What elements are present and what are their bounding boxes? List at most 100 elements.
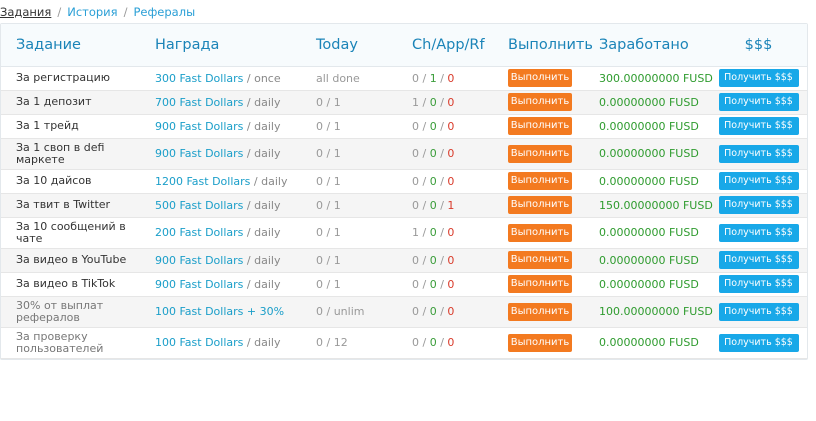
breadcrumb-item-tasks[interactable]: Задания [0,5,51,19]
count-app: 0 [429,277,437,291]
reward-period: / daily [243,119,281,133]
count-separator: / [436,95,448,109]
execute-button[interactable]: Выполнить [508,93,572,111]
today-progress: 0 / 1 [316,147,341,160]
counts-cell: 0 / 0 / 0 [412,296,508,327]
execute-button[interactable]: Выполнить [508,251,572,269]
counts-cell: 0 / 0 / 0 [412,138,508,169]
get-reward-button[interactable]: Получить $$$ [718,144,799,163]
reward-link[interactable]: 200 Fast Dollars [155,226,243,239]
reward-cell: 900 Fast Dollars / daily [155,248,316,272]
earned-amount: 0.00000000 FUSD [599,174,699,188]
counts-cell: 0 / 0 / 0 [412,114,508,138]
task-name: За 1 трейд [16,119,79,132]
count-rf: 0 [447,277,455,291]
counts-cell: 1 / 0 / 0 [412,90,508,114]
earned-amount: 150.00000000 FUSD [599,198,713,212]
count-separator: / [419,174,430,188]
breadcrumb: Задания / История / Рефералы [0,4,195,20]
get-reward-button[interactable]: Получить $$$ [718,93,799,111]
count-separator: / [419,198,430,212]
count-rf: 0 [447,71,455,85]
count-separator: / [436,336,448,349]
breadcrumb-item-referrals[interactable]: Рефералы [133,5,195,19]
get-cell: Получить $$$ [710,217,807,248]
count-ch: 0 [412,253,419,267]
reward-link[interactable]: 900 Fast Dollars [155,278,243,291]
execute-button[interactable]: Выполнить [508,144,572,163]
reward-cell: 100 Fast Dollars / daily [155,327,316,358]
count-ch: 0 [412,119,419,133]
reward-cell: 900 Fast Dollars / daily [155,272,316,296]
reward-cell: 900 Fast Dollars / daily [155,114,316,138]
execute-button[interactable]: Выполнить [508,117,572,135]
get-reward-button[interactable]: Получить $$$ [718,69,799,87]
count-separator: / [436,119,448,133]
count-app: 0 [429,305,437,318]
execute-button[interactable]: Выполнить [508,275,572,293]
execute-button[interactable]: Выполнить [508,69,572,87]
count-separator: / [419,336,430,349]
count-ch: 0 [412,174,419,188]
counts-cell: 0 / 0 / 0 [412,272,508,296]
count-ch: 0 [412,198,419,212]
get-reward-button[interactable]: Получить $$$ [718,172,799,190]
breadcrumb-separator: / [123,5,128,19]
count-rf: 0 [447,119,455,133]
get-cell: Получить $$$ [710,66,807,90]
reward-link[interactable]: 900 Fast Dollars [155,254,243,267]
reward-cell: 500 Fast Dollars / daily [155,193,316,217]
count-app: 0 [429,226,437,239]
table-row: За регистрацию 300 Fast Dollars / once all… [1,66,807,90]
get-reward-button[interactable]: Получить $$$ [718,302,799,321]
get-reward-button[interactable]: Получить $$$ [718,117,799,135]
reward-link[interactable]: 100 Fast Dollars [155,336,243,349]
reward-link[interactable]: 900 Fast Dollars [155,120,243,133]
task-name: За 10 сообщений в чате [16,219,126,245]
action-cell: Выполнить [508,169,599,193]
count-rf: 0 [447,305,455,318]
get-cell: Получить $$$ [710,138,807,169]
reward-link[interactable]: 500 Fast Dollars [155,199,243,212]
get-reward-button[interactable]: Получить $$$ [718,223,799,242]
reward-cell: 1200 Fast Dollars / daily [155,169,316,193]
reward-link[interactable]: 700 Fast Dollars [155,96,243,109]
execute-button[interactable]: Выполнить [508,172,572,190]
get-cell: Получить $$$ [710,193,807,217]
count-separator: / [436,253,448,267]
breadcrumb-separator: / [57,5,62,19]
reward-period: / daily [243,253,281,267]
execute-button[interactable]: Выполнить [508,302,572,321]
get-reward-button[interactable]: Получить $$$ [718,333,799,352]
execute-button[interactable]: Выполнить [508,223,572,242]
count-ch: 1 [412,95,419,109]
count-rf: 0 [447,226,455,239]
table-row: За видео в TikTok 900 Fast Dollars / dail… [1,272,807,296]
action-cell: Выполнить [508,272,599,296]
breadcrumb-item-history[interactable]: История [67,5,117,19]
table-row: За 1 депозит 700 Fast Dollars / daily 0 / … [1,90,807,114]
count-app: 0 [429,174,437,188]
count-separator: / [419,277,430,291]
count-app: 0 [429,198,437,212]
execute-button[interactable]: Выполнить [508,196,572,214]
get-reward-button[interactable]: Получить $$$ [718,275,799,293]
reward-link[interactable]: 100 Fast Dollars + 30% [155,305,284,318]
task-name: За проверку пользователей [16,329,104,355]
header-today: Today [316,24,412,67]
get-reward-button[interactable]: Получить $$$ [718,251,799,269]
earned-amount: 0.00000000 FUSD [599,277,699,291]
get-reward-button[interactable]: Получить $$$ [718,196,799,214]
reward-link[interactable]: 900 Fast Dollars [155,147,243,160]
earned-amount: 0.00000000 FUSD [599,226,699,239]
reward-link[interactable]: 300 Fast Dollars [155,72,243,85]
task-name: За твит в Twitter [16,198,111,211]
reward-period: / daily [243,147,281,160]
task-name: За 1 депозит [16,95,92,108]
execute-button[interactable]: Выполнить [508,333,572,352]
get-cell: Получить $$$ [710,90,807,114]
reward-link[interactable]: 1200 Fast Dollars [155,175,250,188]
count-ch: 1 [412,226,419,239]
reward-cell: 900 Fast Dollars / daily [155,138,316,169]
reward-cell: 300 Fast Dollars / once [155,66,316,90]
